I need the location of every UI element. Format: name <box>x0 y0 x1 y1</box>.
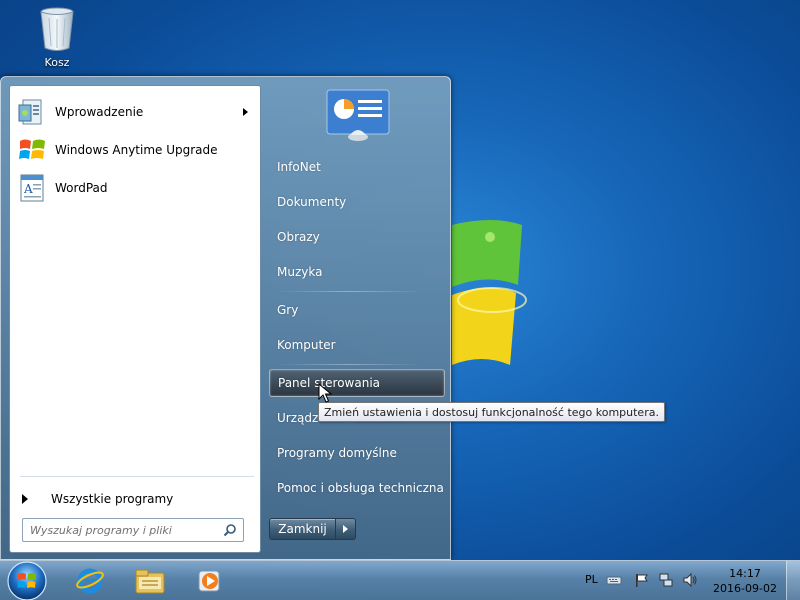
menu-item-computer[interactable]: Komputer <box>269 331 445 359</box>
volume-icon[interactable] <box>682 572 698 588</box>
clock-date: 2016-09-02 <box>713 582 777 595</box>
menu-item-label: Muzyka <box>277 265 323 279</box>
recycle-bin-icon <box>40 7 74 51</box>
language-indicator[interactable]: PL <box>585 573 598 586</box>
menu-item-music[interactable]: Muzyka <box>269 258 445 286</box>
programs-pane: Wprowadzenie Windows Anytime Upgrade A W… <box>9 85 261 553</box>
tooltip: Zmień ustawienia i dostosuj funkcjonalno… <box>318 402 665 422</box>
menu-item-label: Programy domyślne <box>277 446 397 460</box>
taskbar: PL 14:17 2016-09-02 <box>0 560 800 600</box>
taskbar-file-explorer[interactable] <box>122 563 178 599</box>
all-programs-divider <box>20 476 254 477</box>
all-programs-button[interactable]: Wszystkie programy <box>18 484 254 514</box>
submenu-arrow-icon <box>243 108 248 116</box>
taskbar-internet-explorer[interactable] <box>62 563 118 599</box>
menu-item-infonet[interactable]: InfoNet <box>269 153 445 181</box>
program-item-anytime-upgrade[interactable]: Windows Anytime Upgrade <box>12 132 258 168</box>
search-icon[interactable] <box>223 523 237 537</box>
menu-item-control-panel[interactable]: Panel sterowania <box>269 369 445 397</box>
program-label: Windows Anytime Upgrade <box>55 143 218 157</box>
search-field[interactable] <box>22 518 244 542</box>
all-programs-label: Wszystkie programy <box>51 492 174 506</box>
search-input[interactable] <box>30 523 220 537</box>
action-center-flag-icon[interactable] <box>634 572 650 588</box>
chevron-right-icon <box>343 525 348 533</box>
start-button[interactable] <box>6 560 48 600</box>
user-picture-icon <box>326 89 390 141</box>
menu-item-label: Gry <box>277 303 299 317</box>
media-player-icon <box>198 570 220 592</box>
mouse-cursor-icon <box>318 383 332 403</box>
wordpad-icon: A <box>20 174 44 202</box>
menu-item-label: Komputer <box>277 338 336 352</box>
menu-item-label: Obrazy <box>277 230 320 244</box>
internet-explorer-icon <box>76 568 104 594</box>
all-programs-arrow-icon <box>22 494 28 504</box>
keyboard-icon[interactable] <box>606 572 622 588</box>
menu-item-default-programs[interactable]: Programy domyślne <box>269 439 445 467</box>
recycle-bin-label: Kosz <box>44 56 70 69</box>
menu-item-documents[interactable]: Dokumenty <box>269 188 445 216</box>
menu-divider <box>277 291 421 292</box>
menu-item-games[interactable]: Gry <box>269 296 445 324</box>
file-explorer-icon <box>135 569 165 594</box>
menu-item-label: InfoNet <box>277 160 321 174</box>
menu-item-pictures[interactable]: Obrazy <box>269 223 445 251</box>
clock[interactable]: 14:17 2016-09-02 <box>708 566 782 596</box>
windows-logo-fragment <box>452 220 527 365</box>
network-icon[interactable] <box>658 572 674 588</box>
start-menu: Wprowadzenie Windows Anytime Upgrade A W… <box>0 76 451 560</box>
getting-started-icon <box>18 99 42 125</box>
shutdown-options-button[interactable] <box>336 518 356 540</box>
menu-item-label: Dokumenty <box>277 195 347 209</box>
windows-flag-icon <box>19 139 45 159</box>
program-item-wordpad[interactable]: A WordPad <box>12 170 258 206</box>
program-label: WordPad <box>55 181 108 195</box>
taskbar-media-player[interactable] <box>182 563 238 599</box>
recycle-bin[interactable]: Kosz <box>28 6 86 74</box>
shutdown-button[interactable]: Zamknij <box>269 518 336 540</box>
clock-time: 14:17 <box>729 567 761 580</box>
svg-text:A: A <box>23 182 33 196</box>
program-label: Wprowadzenie <box>55 105 144 119</box>
shutdown-group: Zamknij <box>269 518 356 540</box>
program-item-getting-started[interactable]: Wprowadzenie <box>12 94 258 130</box>
menu-item-help-support[interactable]: Pomoc i obsługa techniczna <box>269 474 445 502</box>
show-desktop-button[interactable] <box>786 561 800 600</box>
menu-item-label: Pomoc i obsługa techniczna <box>277 481 444 495</box>
menu-divider <box>277 364 421 365</box>
